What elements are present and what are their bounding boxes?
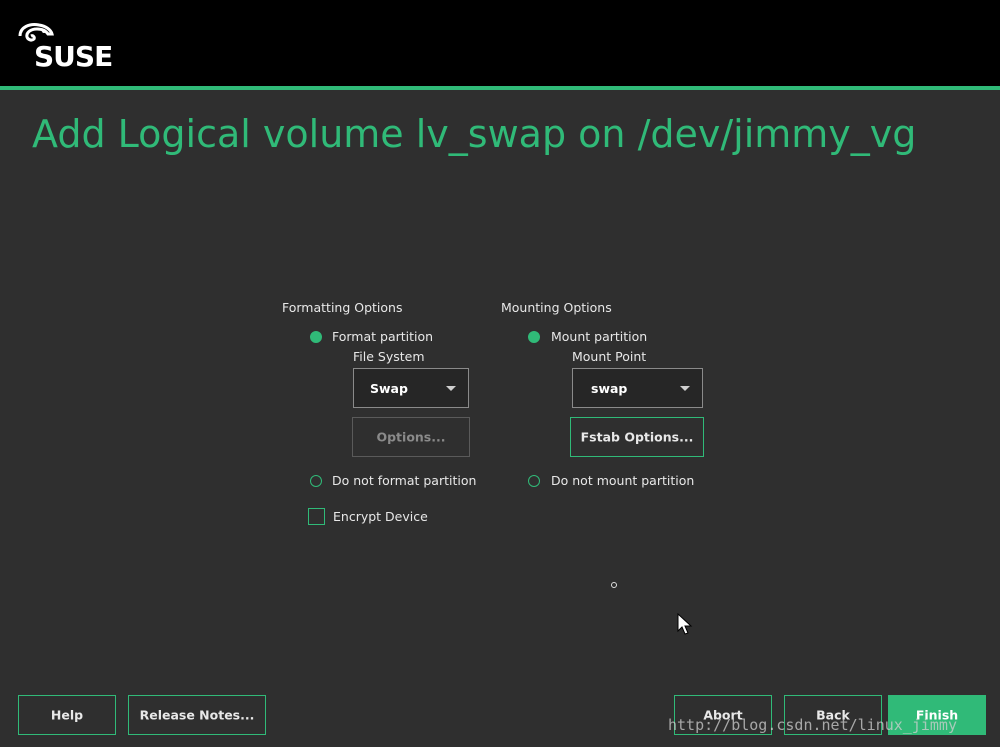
do-not-mount-radio[interactable] <box>528 475 540 487</box>
mount-partition-radio[interactable] <box>528 331 540 343</box>
do-not-mount-label[interactable]: Do not mount partition <box>551 473 694 488</box>
file-system-value: Swap <box>370 381 408 396</box>
chevron-down-icon <box>446 386 456 391</box>
page-title: Add Logical volume lv_swap on /dev/jimmy… <box>32 112 917 156</box>
do-not-format-label[interactable]: Do not format partition <box>332 473 476 488</box>
help-button-label: Help <box>50 707 84 723</box>
mounting-options-label: Mounting Options <box>501 300 612 315</box>
header-accent-line <box>0 86 1000 90</box>
mouse-pointer-icon <box>677 613 693 635</box>
format-partition-label[interactable]: Format partition <box>332 329 433 344</box>
suse-logo: SUSE <box>18 22 118 73</box>
busy-indicator-icon <box>611 582 617 588</box>
watermark: http://blog.csdn.net/linux_jimmy <box>668 716 957 734</box>
options-button-label: Options... <box>376 429 446 445</box>
options-button[interactable]: Options... <box>352 417 470 457</box>
top-bar: SUSE <box>0 0 1000 86</box>
encrypt-device-checkbox[interactable] <box>308 508 325 525</box>
help-button[interactable]: Help <box>18 695 116 735</box>
brand-text: SUSE <box>34 40 113 73</box>
fstab-options-button[interactable]: Fstab Options... <box>570 417 704 457</box>
fstab-options-button-label: Fstab Options... <box>580 429 694 445</box>
chevron-down-icon <box>680 386 690 391</box>
encrypt-device-label[interactable]: Encrypt Device <box>333 509 428 524</box>
do-not-format-radio[interactable] <box>310 475 322 487</box>
release-notes-button-label: Release Notes... <box>139 707 255 723</box>
mount-point-combo[interactable]: swap <box>572 368 703 408</box>
release-notes-button[interactable]: Release Notes... <box>128 695 266 735</box>
file-system-combo[interactable]: Swap <box>353 368 469 408</box>
file-system-label: File System <box>353 349 425 364</box>
mount-partition-label[interactable]: Mount partition <box>551 329 647 344</box>
mount-point-label: Mount Point <box>572 349 647 364</box>
mount-point-value: swap <box>591 381 628 396</box>
formatting-options-label: Formatting Options <box>282 300 403 315</box>
format-partition-radio[interactable] <box>310 331 322 343</box>
